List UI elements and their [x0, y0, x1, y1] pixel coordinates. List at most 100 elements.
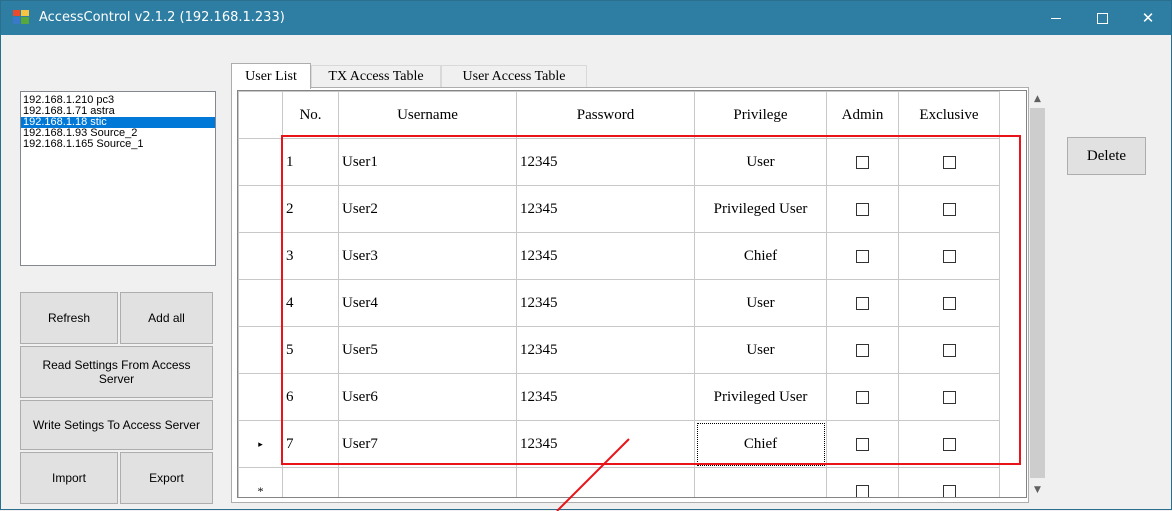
admin-checkbox[interactable] — [856, 249, 869, 263]
table-row[interactable]: 6 User6 12345 Privileged User — [238, 373, 1000, 421]
host-list-item[interactable]: 192.168.1.165 Source_1 — [21, 139, 215, 150]
cell-exclusive[interactable] — [898, 373, 1000, 421]
close-button[interactable]: ✕ — [1125, 1, 1171, 35]
admin-checkbox[interactable] — [856, 296, 869, 310]
cell-admin[interactable] — [826, 373, 899, 421]
cell-no[interactable]: 5 — [282, 326, 339, 374]
cell-admin[interactable] — [826, 138, 899, 186]
exclusive-checkbox[interactable] — [942, 155, 956, 169]
cell-exclusive[interactable] — [898, 232, 1000, 280]
cell-password[interactable]: 12345 — [516, 326, 695, 374]
row-header[interactable] — [238, 138, 283, 186]
cell-exclusive[interactable] — [898, 279, 1000, 327]
exclusive-checkbox[interactable] — [942, 484, 956, 497]
cell-admin[interactable] — [826, 467, 899, 497]
new-row[interactable]: * — [238, 467, 1000, 497]
cell-no[interactable]: 1 — [282, 138, 339, 186]
table-row[interactable]: 4 User4 12345 User — [238, 279, 1000, 327]
column-header-exclusive[interactable]: Exclusive — [898, 91, 1000, 139]
admin-checkbox[interactable] — [856, 484, 869, 497]
cell-exclusive[interactable] — [898, 138, 1000, 186]
add-all-button[interactable]: Add all — [120, 292, 213, 344]
export-button[interactable]: Export — [120, 452, 213, 504]
cell-password[interactable]: 12345 — [516, 420, 695, 468]
admin-checkbox[interactable] — [856, 343, 869, 357]
write-settings-button[interactable]: Write Setings To Access Server — [20, 400, 213, 450]
row-header[interactable]: ▸ — [238, 420, 283, 468]
title-bar[interactable]: AccessControl v2.1.2 (192.168.1.233) ✕ — [1, 1, 1171, 35]
cell-no[interactable] — [282, 467, 339, 497]
import-button[interactable]: Import — [20, 452, 118, 504]
exclusive-checkbox[interactable] — [942, 437, 956, 451]
refresh-button[interactable]: Refresh — [20, 292, 118, 344]
cell-username[interactable]: User7 — [338, 420, 517, 468]
scroll-up-icon[interactable]: ▲ — [1029, 90, 1046, 107]
host-list[interactable]: 192.168.1.210 pc3 192.168.1.71 astra 192.1… — [20, 91, 216, 266]
cell-privilege[interactable] — [694, 467, 827, 497]
column-header-no[interactable]: No. — [282, 91, 339, 139]
cell-password[interactable]: 12345 — [516, 185, 695, 233]
cell-privilege[interactable]: Chief — [694, 420, 827, 468]
cell-privilege[interactable]: User — [694, 326, 827, 374]
admin-checkbox[interactable] — [856, 437, 869, 451]
delete-button[interactable]: Delete — [1067, 137, 1146, 175]
column-header-admin[interactable]: Admin — [826, 91, 899, 139]
cell-no[interactable]: 4 — [282, 279, 339, 327]
cell-password[interactable]: 12345 — [516, 373, 695, 421]
maximize-button[interactable] — [1079, 1, 1125, 35]
cell-exclusive[interactable] — [898, 326, 1000, 374]
cell-privilege[interactable]: Privileged User — [694, 185, 827, 233]
cell-admin[interactable] — [826, 279, 899, 327]
vertical-scrollbar[interactable]: ▲ ▼ — [1029, 90, 1046, 498]
cell-username[interactable]: User4 — [338, 279, 517, 327]
cell-admin[interactable] — [826, 232, 899, 280]
admin-checkbox[interactable] — [856, 390, 869, 404]
admin-checkbox[interactable] — [856, 155, 869, 169]
cell-username[interactable]: User3 — [338, 232, 517, 280]
table-row[interactable]: 2 User2 12345 Privileged User — [238, 185, 1000, 233]
cell-username[interactable]: User1 — [338, 138, 517, 186]
cell-password[interactable]: 12345 — [516, 232, 695, 280]
tab-user-list[interactable]: User List — [231, 63, 311, 89]
column-header-username[interactable]: Username — [338, 91, 517, 139]
row-header[interactable] — [238, 326, 283, 374]
exclusive-checkbox[interactable] — [942, 343, 956, 357]
cell-exclusive[interactable] — [898, 185, 1000, 233]
cell-password[interactable] — [516, 467, 695, 497]
cell-no[interactable]: 7 — [282, 420, 339, 468]
table-row[interactable]: 1 User1 12345 User — [238, 138, 1000, 186]
row-header[interactable] — [238, 232, 283, 280]
table-row[interactable]: ▸ 7 User7 12345 Chief — [238, 420, 1000, 468]
cell-admin[interactable] — [826, 185, 899, 233]
exclusive-checkbox[interactable] — [942, 249, 956, 263]
column-header-privilege[interactable]: Privilege — [694, 91, 827, 139]
cell-admin[interactable] — [826, 420, 899, 468]
cell-exclusive[interactable] — [898, 467, 1000, 497]
cell-privilege[interactable]: User — [694, 279, 827, 327]
cell-password[interactable]: 12345 — [516, 138, 695, 186]
column-header-password[interactable]: Password — [516, 91, 695, 139]
table-row[interactable]: 5 User5 12345 User — [238, 326, 1000, 374]
user-grid[interactable]: No. Username Password Privilege Admin Ex… — [237, 90, 1027, 498]
tab-tx-access-table[interactable]: TX Access Table — [311, 65, 441, 87]
table-row[interactable]: 3 User3 12345 Chief — [238, 232, 1000, 280]
cell-privilege[interactable]: Privileged User — [694, 373, 827, 421]
admin-checkbox[interactable] — [856, 202, 869, 216]
cell-username[interactable]: User6 — [338, 373, 517, 421]
scroll-down-icon[interactable]: ▼ — [1029, 481, 1046, 498]
read-settings-button[interactable]: Read Settings From Access Server — [20, 346, 213, 398]
row-header[interactable] — [238, 279, 283, 327]
cell-admin[interactable] — [826, 326, 899, 374]
cell-privilege[interactable]: User — [694, 138, 827, 186]
cell-no[interactable]: 6 — [282, 373, 339, 421]
cell-privilege[interactable]: Chief — [694, 232, 827, 280]
row-header[interactable] — [238, 373, 283, 421]
cell-no[interactable]: 2 — [282, 185, 339, 233]
exclusive-checkbox[interactable] — [942, 296, 956, 310]
exclusive-checkbox[interactable] — [942, 390, 956, 404]
row-header[interactable] — [238, 185, 283, 233]
tab-user-access-table[interactable]: User Access Table — [441, 65, 587, 87]
cell-no[interactable]: 3 — [282, 232, 339, 280]
cell-exclusive[interactable] — [898, 420, 1000, 468]
cell-username[interactable] — [338, 467, 517, 497]
